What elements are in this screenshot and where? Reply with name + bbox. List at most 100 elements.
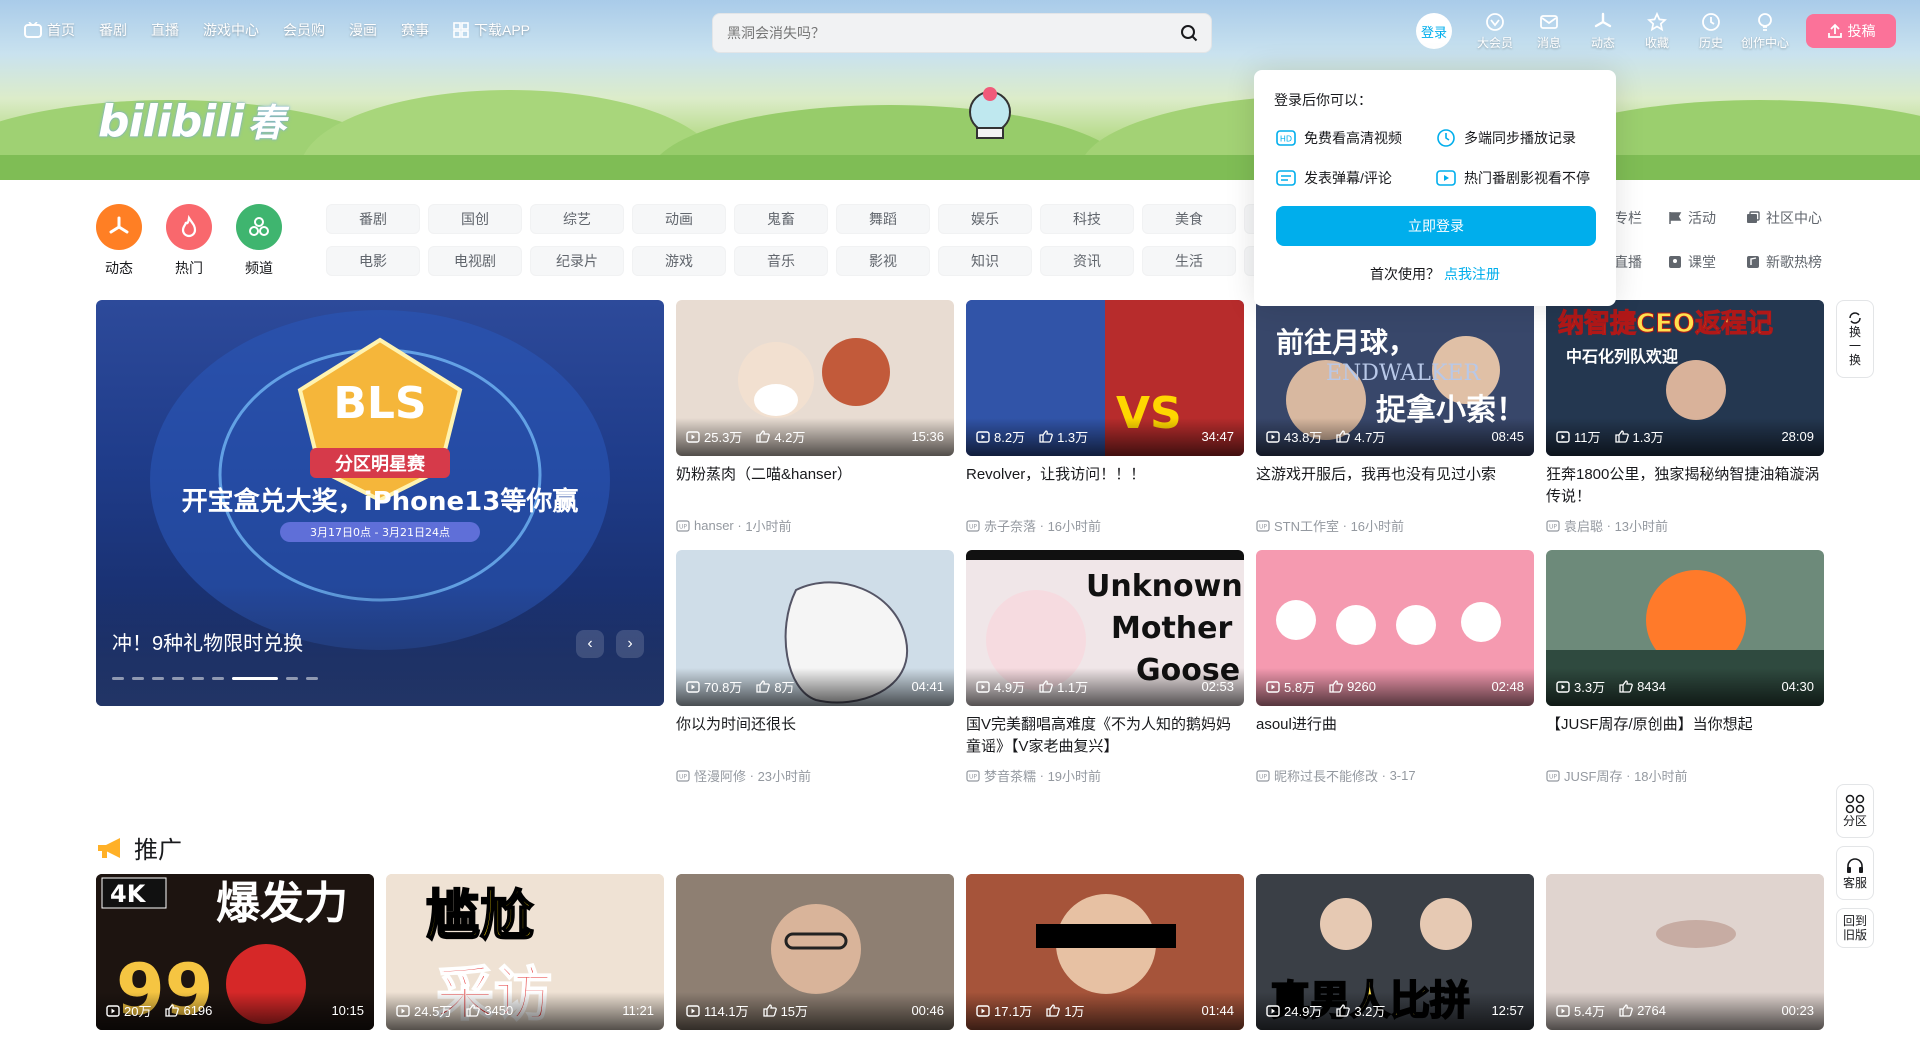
promo-card[interactable]: 真男人比拼24.9万3.2万12:57: [1256, 874, 1534, 1030]
promo-thumbnail[interactable]: 114.1万 15万 00:46: [676, 874, 954, 1030]
promo-thumbnail[interactable]: 17.1万 1万 01:44: [966, 874, 1244, 1030]
video-title[interactable]: 奶粉蒸肉（二喵&hanser）: [676, 464, 954, 508]
bilibili-logo[interactable]: bilibili 春: [98, 92, 286, 147]
video-title[interactable]: Revolver，让我访问！！！: [966, 464, 1244, 508]
video-card[interactable]: 5.8万 9260 02:48 asoul进行曲 UP 昵称过長不能修改 · 3-17: [1256, 550, 1534, 785]
video-thumbnail[interactable]: 纳智捷CEO返程记 中石化列队欢迎 11万 1.3万 28:09: [1546, 300, 1824, 456]
promo-card[interactable]: 4K 爆发力 99 20万 6196 10:15: [96, 874, 374, 1030]
login-avatar-button[interactable]: 登录: [1416, 13, 1452, 49]
nav-creator-center[interactable]: 创作中心: [1738, 12, 1792, 51]
service-button[interactable]: 客服: [1836, 846, 1874, 900]
video-thumbnail[interactable]: 70.8万 8万 04:41: [676, 550, 954, 706]
channel-channels[interactable]: 频道: [236, 204, 282, 278]
video-card[interactable]: 3.3万 8434 04:30 【JUSF周存/原创曲】当你想起 UP JUSF周存 · …: [1546, 550, 1824, 785]
tag-news[interactable]: 资讯: [1040, 246, 1134, 276]
tag-bangumi[interactable]: 番剧: [326, 204, 420, 234]
video-thumbnail[interactable]: UnknownMotherGoose4.9万1.1万02:53: [966, 550, 1244, 706]
nav-item-live[interactable]: 直播: [151, 20, 179, 40]
tag-movie[interactable]: 电影: [326, 246, 420, 276]
carousel-dot[interactable]: [172, 677, 184, 680]
side-link-community[interactable]: 社区中心: [1746, 208, 1822, 228]
tag-documentary[interactable]: 纪录片: [530, 246, 624, 276]
channel-hot[interactable]: 热门: [166, 204, 212, 278]
tag-knowledge[interactable]: 知识: [938, 246, 1032, 276]
video-title[interactable]: 狂奔1800公里，独家揭秘纳智捷油箱漩涡传说！: [1546, 464, 1824, 508]
tag-dance[interactable]: 舞蹈: [836, 204, 930, 234]
video-thumbnail[interactable]: VS 8.2万 1.3万 34:47: [966, 300, 1244, 456]
video-thumbnail[interactable]: 前往月球， ENDWALKER 捉拿小索！ 43.8万 4.7万 08:45: [1256, 300, 1534, 456]
video-thumbnail[interactable]: 25.3万 4.2万 15:36: [676, 300, 954, 456]
video-meta[interactable]: UP STN工作室 · 16小时前: [1256, 516, 1534, 535]
video-meta[interactable]: UP 梦音茶糯 · 19小时前: [966, 766, 1244, 785]
nav-history[interactable]: 历史: [1684, 12, 1738, 51]
video-meta[interactable]: UP 怪漫阿修 · 23小时前: [676, 766, 954, 785]
video-card[interactable]: 纳智捷CEO返程记 中石化列队欢迎 11万 1.3万 28:09 狂奔1800公里，独家揭…: [1546, 300, 1824, 535]
carousel-next-button[interactable]: ›: [616, 630, 644, 658]
tag-kichiku[interactable]: 鬼畜: [734, 204, 828, 234]
carousel-dot-active[interactable]: [232, 677, 278, 680]
tag-food[interactable]: 美食: [1142, 204, 1236, 234]
video-card[interactable]: 70.8万 8万 04:41 你以为时间还很长 UP 怪漫阿修 · 23小时前: [676, 550, 954, 785]
tag-tech[interactable]: 科技: [1040, 204, 1134, 234]
nav-item-match[interactable]: 赛事: [401, 20, 429, 40]
video-meta[interactable]: UP 昵称过長不能修改 · 3-17: [1256, 766, 1534, 785]
login-now-button[interactable]: 立即登录: [1276, 206, 1596, 246]
side-link-live[interactable]: 直播: [1614, 252, 1642, 272]
video-card[interactable]: VS 8.2万 1.3万 34:47 Revolver，让我访问！！！ UP 赤子奈落 · …: [966, 300, 1244, 535]
nav-download-app[interactable]: 下载APP: [453, 20, 530, 40]
carousel-dot[interactable]: [152, 677, 164, 680]
video-meta[interactable]: UP hanser · 1小时前: [676, 516, 954, 535]
video-meta[interactable]: UP 袁启聪 · 13小时前: [1546, 516, 1824, 535]
video-card[interactable]: 25.3万 4.2万 15:36 奶粉蒸肉（二喵&hanser） UP hanser · …: [676, 300, 954, 535]
tag-music[interactable]: 音乐: [734, 246, 828, 276]
nav-vip[interactable]: 大会员: [1468, 12, 1522, 51]
carousel-dot[interactable]: [212, 677, 224, 680]
side-link-classroom[interactable]: 课堂: [1668, 252, 1716, 272]
promo-thumbnail[interactable]: 真男人比拼24.9万3.2万12:57: [1256, 874, 1534, 1030]
promo-thumbnail[interactable]: 4K 爆发力 99 20万 6196 10:15: [96, 874, 374, 1030]
tag-life[interactable]: 生活: [1142, 246, 1236, 276]
video-meta[interactable]: UP JUSF周存 · 18小时前: [1546, 766, 1824, 785]
nav-dynamic[interactable]: 动态: [1576, 12, 1630, 51]
tag-tv-series[interactable]: 电视剧: [428, 246, 522, 276]
tag-guochuang[interactable]: 国创: [428, 204, 522, 234]
nav-messages[interactable]: 消息: [1522, 12, 1576, 51]
nav-favorites[interactable]: 收藏: [1630, 12, 1684, 51]
promo-card[interactable]: 114.1万 15万 00:46: [676, 874, 954, 1030]
tag-animation[interactable]: 动画: [632, 204, 726, 234]
carousel-prev-button[interactable]: ‹: [576, 630, 604, 658]
promo-thumbnail[interactable]: 5.4万 2764 00:23: [1546, 874, 1824, 1030]
search-input[interactable]: [717, 17, 1171, 49]
video-title[interactable]: 国V完美翻唱高难度《不为人知的鹅妈妈童谣》【V家老曲复兴】: [966, 714, 1244, 758]
video-title[interactable]: 【JUSF周存/原创曲】当你想起: [1546, 714, 1824, 758]
nav-item-manga[interactable]: 漫画: [349, 20, 377, 40]
side-link-column[interactable]: 专栏: [1614, 208, 1642, 228]
tag-entertainment[interactable]: 娱乐: [938, 204, 1032, 234]
old-version-button[interactable]: 回到旧版: [1836, 908, 1874, 948]
video-title[interactable]: 你以为时间还很长: [676, 714, 954, 758]
hero-carousel[interactable]: BLS 分区明星赛 开宝盒兑大奖，iPhone13等你赢 3月17日0点 - 3…: [96, 300, 664, 706]
video-thumbnail[interactable]: 5.8万 9260 02:48: [1256, 550, 1534, 706]
tag-film[interactable]: 影视: [836, 246, 930, 276]
carousel-dot[interactable]: [286, 677, 298, 680]
promo-thumbnail[interactable]: 尴尬采访24.5万345011:21: [386, 874, 664, 1030]
nav-item-mall[interactable]: 会员购: [283, 20, 325, 40]
nav-item-game-center[interactable]: 游戏中心: [203, 20, 259, 40]
promo-card[interactable]: 5.4万 2764 00:23: [1546, 874, 1824, 1030]
promo-card[interactable]: 尴尬采访24.5万345011:21: [386, 874, 664, 1030]
video-meta[interactable]: UP 赤子奈落 · 16小时前: [966, 516, 1244, 535]
side-link-activity[interactable]: 活动: [1668, 208, 1716, 228]
video-thumbnail[interactable]: 3.3万 8434 04:30: [1546, 550, 1824, 706]
refresh-button[interactable]: 换一换: [1836, 300, 1874, 378]
upload-button[interactable]: 投稿: [1806, 14, 1896, 48]
nav-item-bangumi[interactable]: 番剧: [99, 20, 127, 40]
nav-home[interactable]: 首页: [24, 20, 75, 40]
register-link[interactable]: 点我注册: [1444, 266, 1500, 282]
video-card[interactable]: 前往月球， ENDWALKER 捉拿小索！ 43.8万 4.7万 08:45 这游戏开服后，…: [1256, 300, 1534, 535]
search-button[interactable]: [1171, 17, 1207, 49]
promo-card[interactable]: 17.1万 1万 01:44: [966, 874, 1244, 1030]
carousel-dot[interactable]: [306, 677, 318, 680]
carousel-title[interactable]: 冲！9种礼物限时兑换: [112, 627, 303, 656]
tag-game[interactable]: 游戏: [632, 246, 726, 276]
video-title[interactable]: 这游戏开服后，我再也没有见过小索: [1256, 464, 1534, 508]
